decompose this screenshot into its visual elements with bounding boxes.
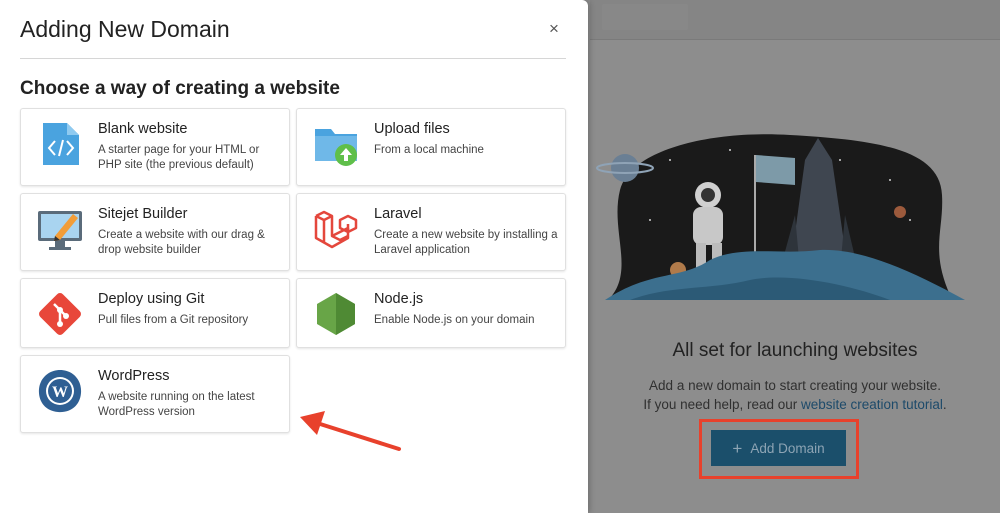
empty-state-line2-prefix: If you need help, read our (643, 397, 802, 412)
add-domain-button-label: Add Domain (750, 440, 825, 456)
option-upload-files[interactable]: Upload files From a local machine (296, 108, 566, 186)
option-title: Node.js (374, 291, 424, 307)
option-description: From a local machine (374, 144, 484, 156)
folder-upload-icon (315, 129, 357, 166)
option-title: Sitejet Builder (98, 206, 188, 222)
empty-state-line2-suffix: . (942, 397, 947, 412)
section-title: Choose a way of creating a website (20, 78, 340, 99)
option-blank-website[interactable]: Blank website A starter page for your HT… (20, 108, 290, 186)
add-domain-drawer: Adding New Domain × Choose a way of crea… (0, 0, 588, 513)
option-description: A website running on the latest WordPres… (98, 391, 255, 418)
option-title: WordPress (98, 368, 170, 384)
add-domain-button[interactable]: + Add Domain (711, 430, 846, 466)
option-description: Pull files from a Git repository (98, 314, 249, 326)
svg-text:W: W (52, 384, 68, 401)
option-description: Create a website with our drag & drop we… (98, 229, 265, 256)
drawer-title: Adding New Domain (20, 16, 230, 42)
option-title: Deploy using Git (98, 291, 205, 307)
laravel-icon (314, 210, 358, 249)
empty-state-text: Add a new domain to start creating your … (590, 376, 1000, 414)
empty-state-line1: Add a new domain to start creating your … (649, 378, 941, 393)
website-creation-tutorial-link[interactable]: website creation tutorial (801, 397, 943, 412)
git-icon (39, 293, 81, 335)
option-description: Enable Node.js on your domain (374, 314, 535, 326)
option-wordpress[interactable]: W WordPress A website running on the lat… (20, 355, 290, 433)
option-title: Blank website (98, 121, 188, 137)
option-laravel[interactable]: Laravel Create a new website by installi… (296, 193, 566, 271)
background-toolbar-block (602, 4, 688, 30)
close-icon[interactable]: × (543, 18, 565, 40)
wordpress-icon: W (38, 370, 82, 413)
option-description: Create a new website by installing a Lar… (374, 229, 558, 256)
annotation-arrow-icon (300, 411, 401, 451)
option-description: A starter page for your HTML or PHP site… (98, 144, 260, 171)
background-toolbar (590, 0, 1000, 40)
option-sitejet-builder[interactable]: Sitejet Builder Create a website with ou… (20, 193, 290, 271)
plus-icon: + (732, 438, 743, 458)
option-nodejs[interactable]: Node.js Enable Node.js on your domain (296, 278, 566, 348)
nodejs-icon (317, 293, 355, 335)
code-file-icon (43, 123, 79, 165)
astronaut-illustration (596, 134, 965, 300)
option-deploy-using-git[interactable]: Deploy using Git Pull files from a Git r… (20, 278, 290, 348)
empty-state-line2: If you need help, read our website creat… (590, 395, 1000, 414)
option-title: Upload files (374, 121, 450, 137)
empty-state-title: All set for launching websites (672, 340, 918, 361)
drawer-divider (20, 58, 566, 59)
option-title: Laravel (374, 206, 422, 222)
monitor-pencil-icon (38, 211, 82, 250)
